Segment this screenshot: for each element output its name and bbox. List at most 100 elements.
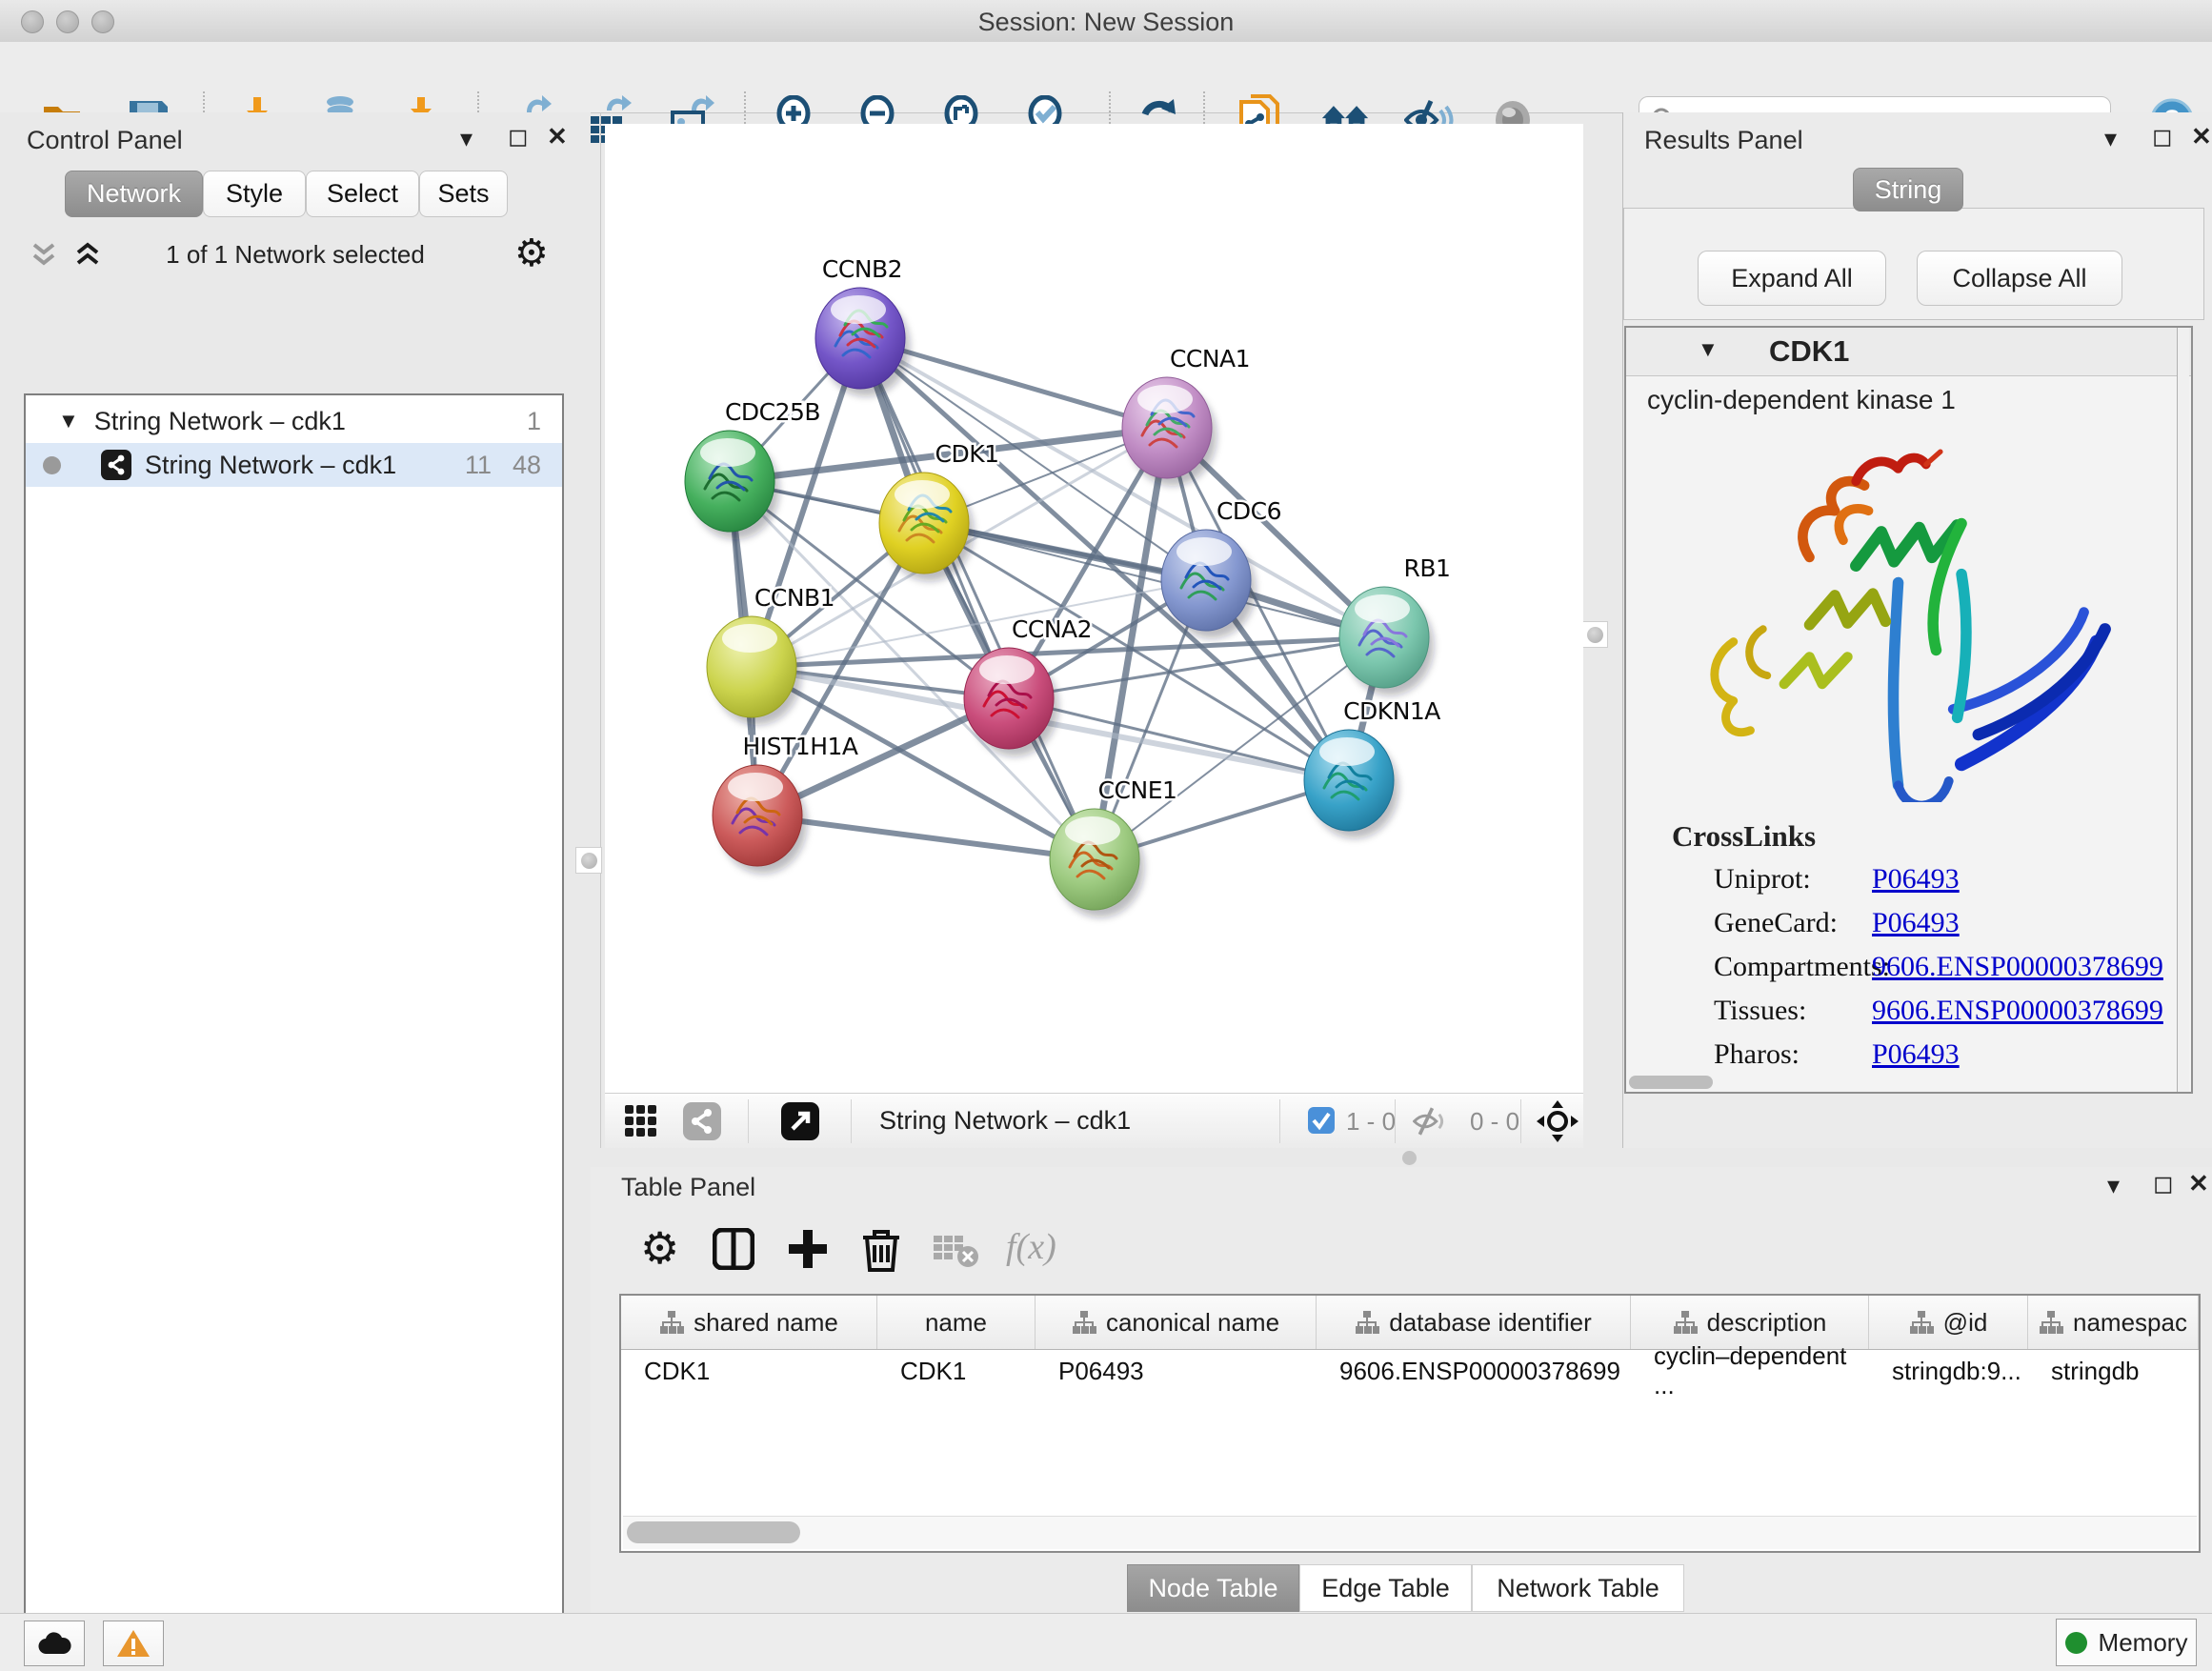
crosslink-link[interactable]: 9606.ENSP00000378699 bbox=[1872, 995, 2163, 1027]
open-in-new-window-icon[interactable] bbox=[781, 1102, 819, 1140]
fit-selection-crosshair-icon[interactable] bbox=[1537, 1100, 1579, 1142]
collapse-all-button[interactable]: Collapse All bbox=[1917, 251, 2122, 306]
function-builder-icon[interactable]: f(x) bbox=[1006, 1226, 1056, 1268]
table-panel-close-icon[interactable]: ✕ bbox=[2188, 1169, 2209, 1198]
table-panel-float-icon[interactable]: ◻ bbox=[2153, 1169, 2174, 1198]
birds-eye-view-icon[interactable] bbox=[624, 1104, 658, 1138]
control-panel-collapse-icon[interactable]: ▾ bbox=[460, 124, 473, 153]
network-node-HIST1H1A[interactable]: HIST1H1A bbox=[713, 733, 858, 874]
memory-button[interactable]: Memory bbox=[2056, 1619, 2197, 1666]
tab-string-label: String bbox=[1875, 175, 1942, 205]
column-header-database-identifier[interactable]: database identifier bbox=[1317, 1296, 1631, 1349]
collection-expand-icon[interactable]: ▼ bbox=[58, 409, 79, 433]
expand-all-chevrons-icon[interactable] bbox=[72, 242, 103, 271]
show-columns-icon[interactable] bbox=[713, 1228, 754, 1270]
control-panel-close-icon[interactable]: ✕ bbox=[547, 122, 568, 151]
column-header--id[interactable]: @id bbox=[1869, 1296, 2028, 1349]
column-header-canonical-name[interactable]: canonical name bbox=[1036, 1296, 1317, 1349]
results-panel-float-icon[interactable]: ◻ bbox=[2152, 122, 2173, 151]
node-label: HIST1H1A bbox=[742, 733, 857, 760]
column-hierarchy-icon bbox=[2039, 1310, 2063, 1335]
results-panel-close-icon[interactable]: ✕ bbox=[2191, 122, 2212, 151]
memory-status-dot-icon bbox=[2065, 1632, 2087, 1654]
node-label: CDKN1A bbox=[1343, 697, 1440, 725]
column-header-shared-name[interactable]: shared name bbox=[621, 1296, 877, 1349]
network-current-dot-icon bbox=[43, 456, 61, 474]
string-view-icon[interactable] bbox=[683, 1102, 721, 1140]
crosslink-label: GeneCard: bbox=[1714, 907, 1838, 939]
network-node-CCNA1[interactable]: CCNA1 bbox=[1122, 345, 1250, 486]
table-cell[interactable]: stringdb:9... bbox=[1869, 1350, 2028, 1392]
tab-style[interactable]: Style bbox=[203, 171, 306, 217]
gene-section-header[interactable]: ▼ CDK1 bbox=[1626, 328, 2191, 376]
horizontal-splitter-handle[interactable] bbox=[1402, 1151, 1417, 1165]
results-panel-collapse-icon[interactable]: ▾ bbox=[2104, 124, 2117, 153]
string-app-icon bbox=[101, 450, 131, 480]
tab-network[interactable]: Network bbox=[65, 171, 203, 217]
crosslink-label: Tissues: bbox=[1714, 995, 1806, 1027]
network-node-CDKN1A[interactable]: CDKN1A bbox=[1304, 697, 1440, 838]
selected-checkbox-icon[interactable] bbox=[1308, 1107, 1335, 1134]
network-canvas[interactable]: CCNB2CCNA1CDC25BCDK1CDC6RB1CCNB1CCNA2CDK… bbox=[605, 124, 1583, 1093]
table-cell[interactable]: CDK1 bbox=[621, 1350, 877, 1392]
left-splitter-handle[interactable] bbox=[575, 847, 602, 874]
table-horizontal-scrollbar[interactable] bbox=[623, 1516, 2197, 1549]
table-panel-collapse-icon[interactable]: ▾ bbox=[2107, 1171, 2120, 1200]
table-header-row: shared namenamecanonical namedatabase id… bbox=[621, 1296, 2199, 1350]
control-panel-float-icon[interactable]: ◻ bbox=[508, 122, 529, 151]
left-splitter[interactable] bbox=[600, 112, 601, 1148]
node-label: CDC6 bbox=[1217, 497, 1281, 525]
column-header-name[interactable]: name bbox=[877, 1296, 1036, 1349]
tab-node-table-label: Node Table bbox=[1148, 1574, 1277, 1603]
table-panel-title: Table Panel bbox=[621, 1173, 755, 1202]
warnings-button[interactable] bbox=[103, 1621, 164, 1666]
network-node-CCNE1[interactable]: CCNE1 bbox=[1050, 776, 1176, 917]
column-hierarchy-icon bbox=[1673, 1310, 1698, 1335]
tab-network-table[interactable]: Network Table bbox=[1472, 1564, 1684, 1612]
network-row[interactable]: String Network – cdk1 11 48 bbox=[26, 443, 562, 487]
column-hierarchy-icon bbox=[1909, 1310, 1934, 1335]
network-edge-count: 48 bbox=[513, 451, 541, 480]
table-horizontal-scrollbar-thumb[interactable] bbox=[627, 1521, 800, 1543]
delete-table-icon[interactable] bbox=[934, 1234, 979, 1268]
tab-sets-label: Sets bbox=[437, 179, 489, 209]
column-header-namespac[interactable]: namespac bbox=[2028, 1296, 2199, 1349]
crosslink-link[interactable]: 9606.ENSP00000378699 bbox=[1872, 951, 2163, 983]
results-horizontal-scrollbar-thumb[interactable] bbox=[1629, 1076, 1713, 1089]
crosslink-link[interactable]: P06493 bbox=[1872, 1038, 1960, 1071]
table-row[interactable]: CDK1CDK1P064939606.ENSP00000378699cyclin… bbox=[621, 1350, 2199, 1392]
gene-details-box: ▼ CDK1 cyclin-dependent kinase 1 bbox=[1624, 326, 2193, 1094]
tab-edge-table[interactable]: Edge Table bbox=[1299, 1564, 1472, 1612]
table-cell[interactable]: 9606.ENSP00000378699 bbox=[1317, 1350, 1631, 1392]
toolbar-separator bbox=[851, 1099, 852, 1143]
table-cell[interactable]: P06493 bbox=[1036, 1350, 1317, 1392]
table-options-gear-icon[interactable]: ⚙ bbox=[640, 1226, 679, 1270]
horizontal-splitter[interactable] bbox=[591, 1148, 2212, 1167]
collapse-all-chevrons-icon[interactable] bbox=[29, 242, 59, 271]
table-cell[interactable]: cyclin–dependent ... bbox=[1631, 1350, 1869, 1392]
crosslink-link[interactable]: P06493 bbox=[1872, 863, 1960, 896]
tab-string[interactable]: String bbox=[1853, 168, 1963, 211]
tab-node-table[interactable]: Node Table bbox=[1127, 1564, 1299, 1612]
tab-sets[interactable]: Sets bbox=[419, 171, 508, 217]
network-collection-row[interactable]: ▼ String Network – cdk1 1 bbox=[26, 399, 562, 443]
tab-select[interactable]: Select bbox=[306, 171, 419, 217]
network-node-CCNB2[interactable]: CCNB2 bbox=[815, 255, 910, 396]
results-actions-box: Expand All Collapse All bbox=[1623, 208, 2204, 320]
network-node-RB1[interactable]: RB1 bbox=[1339, 554, 1450, 695]
tab-style-label: Style bbox=[226, 179, 283, 209]
add-column-icon[interactable] bbox=[787, 1228, 829, 1270]
table-cell[interactable]: CDK1 bbox=[877, 1350, 1036, 1392]
results-vertical-scrollbar[interactable] bbox=[2177, 328, 2189, 1092]
crosslink-link[interactable]: P06493 bbox=[1872, 907, 1960, 939]
gene-symbol: CDK1 bbox=[1769, 334, 1849, 369]
cloud-status-button[interactable] bbox=[24, 1621, 85, 1666]
network-options-gear-icon[interactable]: ⚙ bbox=[514, 234, 549, 272]
delete-column-icon[interactable] bbox=[861, 1226, 901, 1272]
right-splitter-handle[interactable] bbox=[1581, 621, 1608, 648]
table-cell[interactable]: stringdb bbox=[2028, 1350, 2199, 1392]
expand-all-button[interactable]: Expand All bbox=[1698, 251, 1886, 306]
gene-expand-icon[interactable]: ▼ bbox=[1698, 337, 1719, 362]
network-graph[interactable]: CCNB2CCNA1CDC25BCDK1CDC6RB1CCNB1CCNA2CDK… bbox=[605, 124, 1583, 1093]
node-label: CCNE1 bbox=[1098, 776, 1177, 804]
